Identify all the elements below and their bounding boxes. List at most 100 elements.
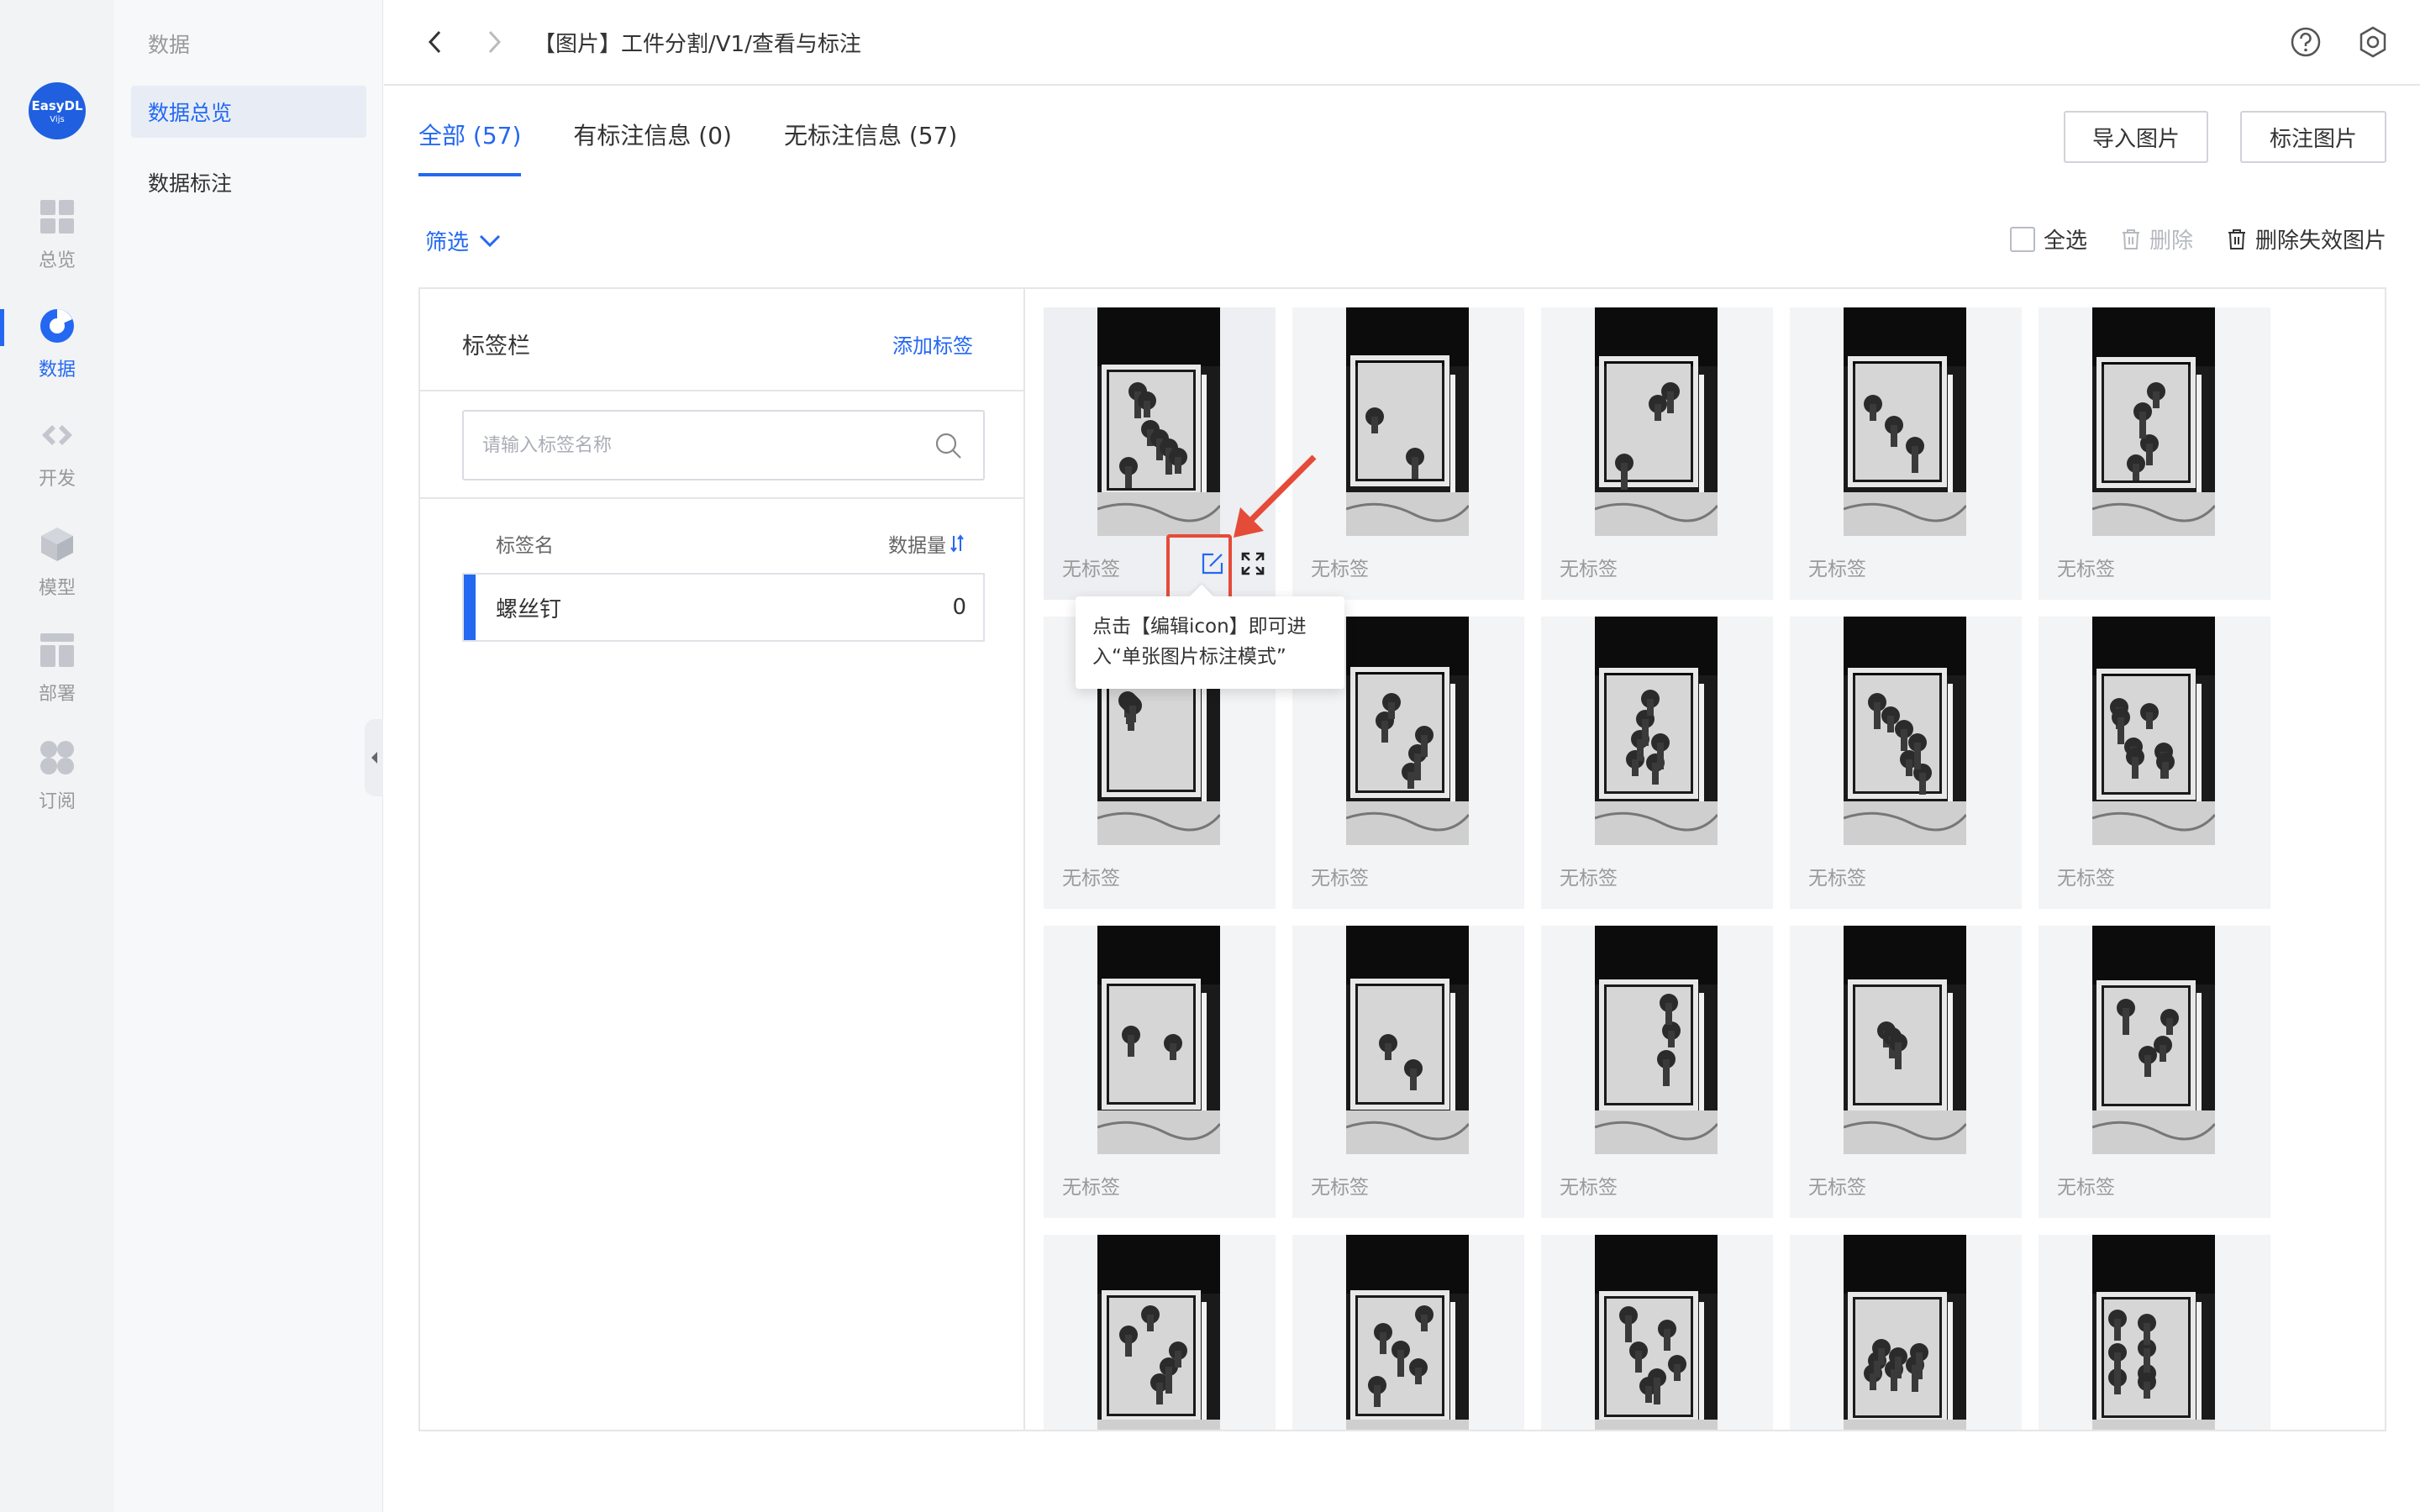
image-thumbnail[interactable] [1844, 307, 1966, 536]
chevron-down-icon [479, 234, 501, 247]
forward-button[interactable] [478, 25, 512, 59]
label-table-header: 标签名 数据量 [496, 529, 965, 558]
subnav-item-annotate[interactable]: 数据标注 [131, 156, 366, 208]
image-card[interactable]: 无标签 [1790, 307, 2022, 600]
rail-item-deploy[interactable]: 部署 [0, 632, 114, 724]
tab-unannotated[interactable]: 无标注信息 (57) [784, 118, 957, 176]
back-button[interactable] [418, 25, 451, 59]
rail-item-develop[interactable]: 开发 [0, 417, 114, 509]
help-icon[interactable] [2289, 25, 2323, 59]
image-card[interactable]: 无标签 [2039, 1235, 2270, 1430]
label-name: 螺丝钉 [496, 596, 562, 622]
rail-item-overview[interactable]: 总览 [0, 198, 114, 291]
image-label: 无标签 [1062, 868, 1120, 890]
subnav-item-overview[interactable]: 数据总览 [131, 86, 366, 138]
select-all-checkbox[interactable]: 全选 [2009, 223, 2087, 255]
image-thumbnail[interactable] [2092, 617, 2215, 845]
image-thumbnail[interactable] [1097, 307, 1220, 536]
image-label: 无标签 [2057, 559, 2115, 580]
fullscreen-icon[interactable] [1240, 551, 1265, 576]
image-thumbnail[interactable] [1595, 307, 1718, 536]
label-search-input[interactable] [482, 427, 919, 464]
image-thumbnail[interactable] [1346, 1235, 1469, 1430]
col-label-name: 标签名 [496, 535, 554, 557]
icon-rail: EasyDL Vijs 总览 数据 开发 模型 部署 订阅 [0, 0, 114, 1512]
tab-annotated[interactable]: 有标注信息 (0) [573, 118, 732, 176]
trash-icon [2122, 228, 2139, 249]
image-thumbnail[interactable] [1844, 617, 1966, 845]
data-icon [40, 309, 74, 343]
image-card[interactable]: 无标签 [1044, 926, 1276, 1218]
label-row[interactable]: 螺丝钉 0 [462, 573, 985, 642]
label-panel-title: 标签栏 [462, 333, 530, 360]
image-card[interactable]: 无标签 [1790, 1235, 2022, 1430]
chevron-left-icon [428, 30, 441, 54]
search-icon[interactable] [934, 432, 963, 460]
collapse-sidebar-handle[interactable] [365, 719, 383, 796]
image-card[interactable]: 无标签 [1541, 926, 1773, 1218]
image-thumbnail[interactable] [2092, 926, 2215, 1154]
caret-left-icon [371, 752, 377, 764]
image-card[interactable]: 无标签 [2039, 926, 2270, 1218]
tab-all[interactable]: 全部 (57) [418, 118, 522, 176]
filter-label: 筛选 [425, 230, 470, 255]
rail-label-overview: 总览 [38, 250, 76, 271]
rail-item-data[interactable]: 数据 [0, 307, 114, 400]
image-thumbnail[interactable] [1346, 617, 1469, 845]
logo-subtext: Vijs [50, 114, 65, 124]
image-thumbnail[interactable] [1346, 307, 1469, 536]
image-card[interactable]: 无标签 [1790, 926, 2022, 1218]
delete-button[interactable]: 删除 [2121, 223, 2193, 255]
image-thumbnail[interactable] [1595, 617, 1718, 845]
rail-item-model[interactable]: 模型 [0, 526, 114, 618]
top-header: 【图片】工件分割/V1/查看与标注 [384, 0, 2420, 86]
image-card[interactable]: 无标签 [1541, 1235, 1773, 1430]
image-thumbnail[interactable] [1097, 926, 1220, 1154]
image-card[interactable]: 无标签 [1541, 617, 1773, 909]
image-thumbnail[interactable] [1844, 926, 1966, 1154]
import-images-button[interactable]: 导入图片 [2064, 111, 2208, 163]
image-card[interactable]: 无标签 [1292, 926, 1524, 1218]
image-label: 无标签 [1311, 559, 1369, 580]
subnav-title: 数据 [148, 33, 191, 57]
add-label-link[interactable]: 添加标签 [892, 329, 973, 359]
rail-label-data: 数据 [38, 360, 76, 381]
image-card[interactable]: 无标签 [1044, 1235, 1276, 1430]
image-label: 无标签 [1311, 868, 1369, 890]
image-card[interactable]: 无标签 [1292, 307, 1524, 600]
col-data-count[interactable]: 数据量 [888, 529, 965, 558]
image-thumbnail[interactable] [1097, 1235, 1220, 1430]
label-color-bar [464, 575, 476, 640]
filter-dropdown[interactable]: 筛选 [425, 225, 501, 256]
image-card[interactable]: 无标签 [1541, 307, 1773, 600]
image-thumbnail[interactable] [1346, 926, 1469, 1154]
image-thumbnail[interactable] [1595, 926, 1718, 1154]
easydl-logo[interactable]: EasyDL Vijs [29, 82, 86, 139]
annotate-images-button[interactable]: 标注图片 [2240, 111, 2386, 163]
settings-icon[interactable] [2356, 25, 2390, 59]
delete-invalid-button[interactable]: 删除失效图片 [2227, 223, 2386, 255]
label-search-box [462, 410, 985, 480]
rail-label-deploy: 部署 [38, 684, 76, 705]
rail-item-subscribe[interactable]: 订阅 [0, 739, 114, 832]
header-tools [2289, 25, 2390, 59]
label-count: 0 [952, 595, 966, 620]
image-thumbnail[interactable] [2092, 1235, 2215, 1430]
trash-icon [2228, 228, 2245, 249]
rail-label-model: 模型 [38, 578, 76, 599]
image-thumbnail[interactable] [2092, 307, 2215, 536]
image-thumbnail[interactable] [1844, 1235, 1966, 1430]
image-card[interactable]: 无标签 [2039, 307, 2270, 600]
sort-icon [950, 534, 964, 553]
image-label: 无标签 [1560, 868, 1618, 890]
image-label: 无标签 [1808, 1177, 1866, 1199]
rail-label-develop: 开发 [38, 469, 76, 490]
dashboard-icon [40, 200, 74, 234]
image-label: 无标签 [1560, 559, 1618, 580]
image-label: 无标签 [2057, 868, 2115, 890]
image-thumbnail[interactable] [1595, 1235, 1718, 1430]
subscribe-icon [40, 741, 74, 774]
image-card[interactable]: 无标签 [2039, 617, 2270, 909]
image-card[interactable]: 无标签 [1790, 617, 2022, 909]
image-card[interactable]: 无标签 [1292, 1235, 1524, 1430]
